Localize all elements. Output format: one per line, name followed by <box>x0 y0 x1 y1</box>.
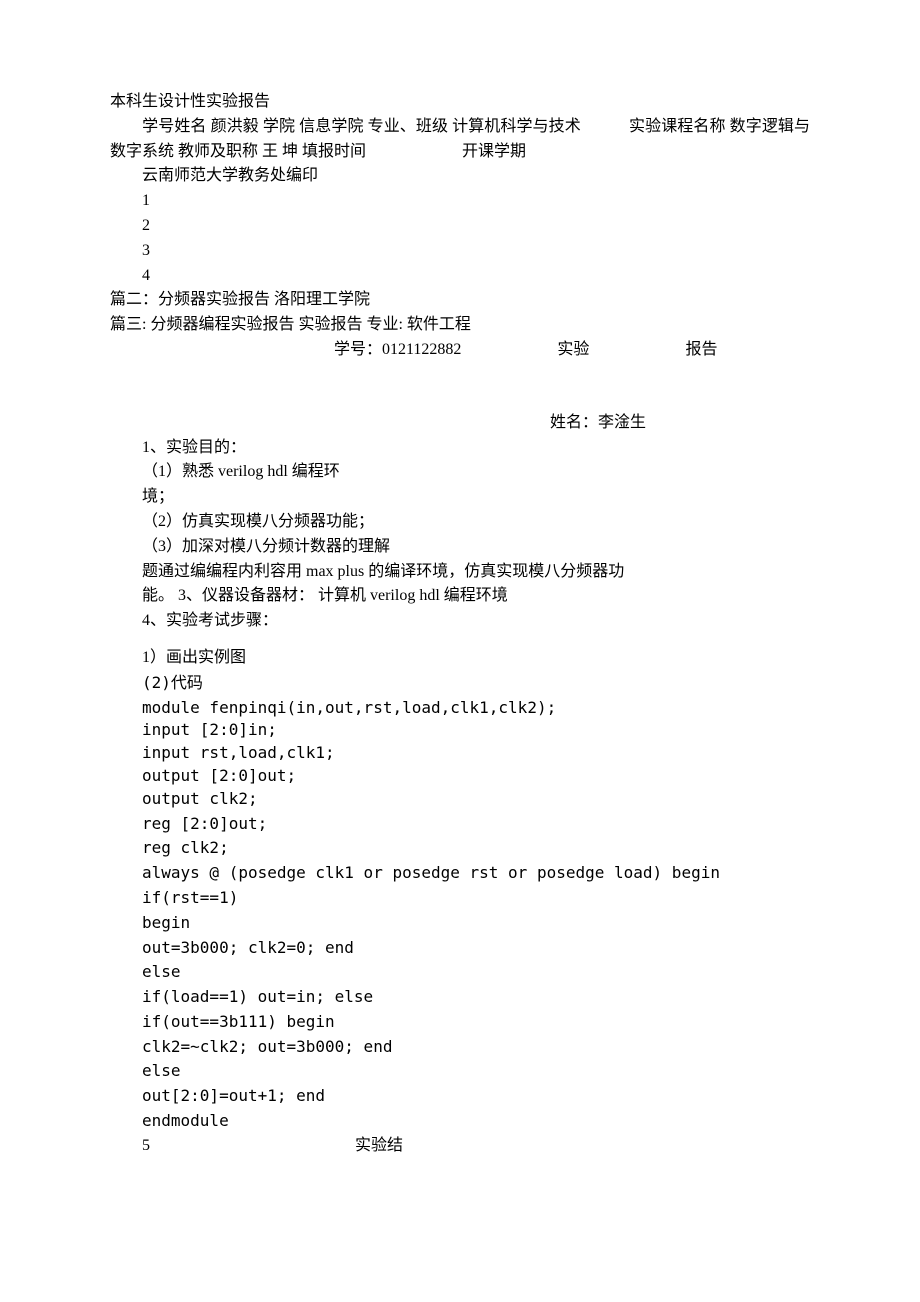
purpose-1b: 境； <box>110 485 810 510</box>
code-line-if2: if(load==1) out=in; else <box>110 985 810 1010</box>
purpose-heading: 1、实验目的： <box>110 436 810 461</box>
label-experiment: 实验 <box>557 338 589 363</box>
code-line-else1: else <box>110 960 810 985</box>
code-line-out1: out=3b000; clk2=0; end <box>110 936 810 961</box>
code-line-input2: input rst,load,clk1; <box>110 741 810 766</box>
code-line-module: module fenpinqi(in,out,rst,load,clk1,clk… <box>110 696 810 721</box>
code-line-out2: out[2:0]=out+1; end <box>110 1084 810 1109</box>
section-3: 篇三: 分频器编程实验报告 实验报告 专业: 软件工程 <box>110 313 810 338</box>
section-2: 篇二：分频器实验报告 洛阳理工学院 <box>110 288 810 313</box>
code-line-input1: input [2:0]in; <box>110 720 810 741</box>
code-line-if3: if(out==3b111) begin <box>110 1010 810 1035</box>
report-title: 本科生设计性实验报告 <box>110 90 810 115</box>
code-line-reg1: reg [2:0]out; <box>110 812 810 837</box>
code-line-always: always @ (posedge clk1 or posedge rst or… <box>110 861 810 886</box>
num-3: 3 <box>110 239 810 264</box>
student-name: 姓名：李淦生 <box>110 411 810 436</box>
step-2-code-label: (2)代码 <box>110 671 810 696</box>
num-4: 4 <box>110 264 810 289</box>
code-line-endmodule: endmodule <box>110 1109 810 1134</box>
purpose-3: （3）加深对模八分频计数器的理解 <box>110 535 810 560</box>
purpose-1a: （1）熟悉 verilog hdl 编程环 <box>110 460 810 485</box>
purpose-2: （2）仿真实现模八分频器功能； <box>110 510 810 535</box>
student-id: 学号：0121122882 <box>334 338 461 363</box>
steps-heading: 4、实验考试步骤： <box>110 609 810 634</box>
code-line-begin: begin <box>110 911 810 936</box>
num-2: 2 <box>110 214 810 239</box>
issuer: 云南师范大学教务处编印 <box>110 164 810 189</box>
code-line-output2: output clk2; <box>110 787 810 812</box>
result-row: 5 实验结 <box>110 1134 810 1159</box>
code-line-output1: output [2:0]out; <box>110 766 810 787</box>
content-2: 能。 3、仪器设备器材： 计算机 verilog hdl 编程环境 <box>110 584 810 609</box>
student-info: 学号姓名 颜洪毅 学院 信息学院 专业、班级 计算机科学与技术 实验课程名称 数… <box>110 115 810 165</box>
num-1: 1 <box>110 189 810 214</box>
step-1: 1）画出实例图 <box>110 646 810 671</box>
code-line-reg2: reg clk2; <box>110 836 810 861</box>
code-line-clk2: clk2=~clk2; out=3b000; end <box>110 1035 810 1060</box>
student-id-row: 学号：0121122882 实验 报告 <box>110 338 810 363</box>
content-1: 题通过编编程内利容用 max plus 的编译环境，仿真实现模八分频器功 <box>110 560 810 585</box>
num-5: 5 <box>142 1134 150 1159</box>
code-line-if1: if(rst==1) <box>110 886 810 911</box>
code-line-else2: else <box>110 1059 810 1084</box>
label-report: 报告 <box>685 338 717 363</box>
result-label: 实验结 <box>355 1134 403 1159</box>
